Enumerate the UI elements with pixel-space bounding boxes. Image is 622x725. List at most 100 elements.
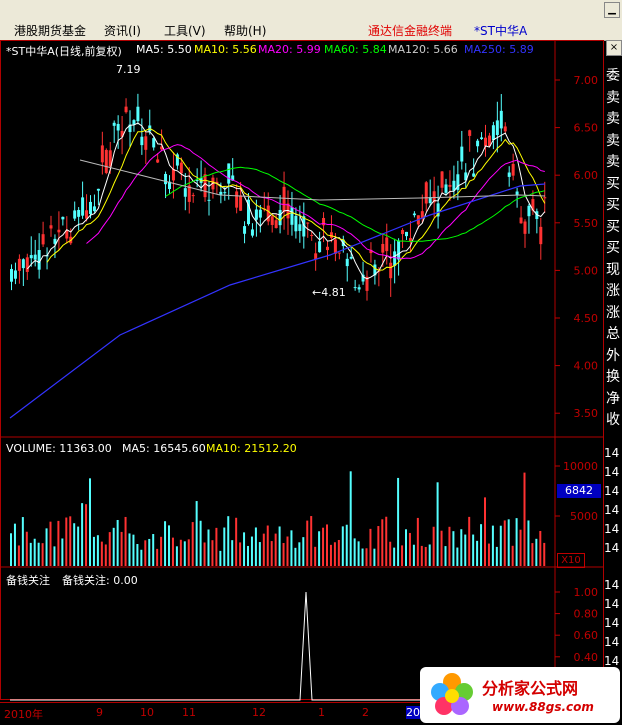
candle-body [57, 229, 61, 233]
date-label: 10 [140, 706, 154, 719]
volume-bar [148, 538, 151, 566]
volume-bar [207, 529, 210, 566]
volume-bar [345, 524, 348, 566]
candle-body [254, 209, 258, 220]
candle-body [258, 209, 262, 218]
candle-body [144, 136, 148, 150]
volume-bar [262, 533, 265, 566]
price-tick-label: 5.00 [574, 264, 599, 277]
volume-bar [92, 536, 95, 566]
volume-bar [377, 526, 380, 566]
candle-body [274, 220, 278, 229]
volume-bar [77, 526, 80, 566]
volume-bar [156, 548, 159, 566]
quote-label: 14 [604, 446, 620, 460]
candle-body [21, 259, 25, 269]
candle-body [326, 246, 329, 251]
candle-body [13, 270, 17, 279]
volume-bar [495, 546, 498, 566]
volume-bar [41, 543, 44, 566]
volume-bar [168, 525, 170, 566]
volume-bar [322, 527, 325, 566]
volume-bar [385, 516, 388, 566]
volume-bar [282, 542, 285, 566]
candle-body [333, 239, 337, 254]
candle-body [298, 224, 302, 231]
volume-bar [515, 518, 518, 566]
candle-body [381, 243, 385, 253]
volume-bar [408, 532, 411, 566]
volume-bar [539, 530, 542, 566]
quote-label: 现 [606, 261, 620, 278]
volume-bar [89, 478, 91, 566]
candle-body [337, 252, 341, 254]
candle-body [278, 209, 282, 226]
volume-bar [140, 549, 143, 566]
candle-body [77, 209, 81, 217]
date-label: 12 [252, 706, 266, 719]
price-tick-label: 7.00 [574, 74, 599, 87]
candle-body [499, 110, 503, 129]
volume-bar [440, 530, 443, 566]
candle-body [171, 169, 175, 181]
price-tick-label: 3.50 [574, 407, 599, 420]
volume-bar [487, 543, 490, 566]
volume-bar [223, 527, 226, 566]
volume-bar [341, 526, 344, 566]
volume-bar [523, 472, 526, 566]
volume-bar [503, 520, 506, 566]
volume-bar [436, 482, 439, 566]
candle-body [152, 138, 156, 148]
volume-bar [124, 516, 127, 566]
indicator-tick-label: 1.00 [574, 586, 599, 599]
candle-body [112, 122, 116, 126]
volume-bar [420, 545, 423, 566]
candle-body [353, 287, 357, 289]
volume-bar [10, 533, 12, 566]
candle-body [243, 226, 247, 234]
candle-body [250, 229, 254, 236]
quote-label: 14 [604, 465, 620, 479]
candle-body [49, 225, 53, 229]
volume-bar [499, 525, 502, 566]
quote-label: 收 [606, 412, 620, 428]
volume-bar [69, 516, 72, 566]
quote-label: 卖 [606, 154, 620, 170]
quote-label: 换 [606, 369, 620, 385]
volume-bar [96, 535, 99, 566]
date-label: 11 [182, 706, 196, 719]
volume-bar [428, 544, 431, 566]
volume-bar [104, 544, 107, 566]
volume-bar [21, 517, 24, 566]
watermark-title: 分析家公式网 [482, 679, 579, 698]
candle-body [25, 257, 29, 272]
indicator-tick-label: 0.40 [574, 651, 599, 664]
volume-bar [484, 497, 486, 566]
volume-bar [132, 534, 135, 566]
candle-body [164, 173, 168, 185]
candle-body [85, 210, 89, 219]
candle-body [96, 188, 100, 191]
candle-body [136, 106, 140, 122]
volume-bar [164, 521, 167, 566]
price-tick-label: 4.50 [574, 312, 599, 325]
candle-body [448, 184, 452, 187]
candle-body [527, 205, 531, 217]
quote-label: 涨 [606, 304, 620, 321]
candle-body [227, 163, 231, 184]
volume-bar [254, 527, 257, 566]
volume-bar [460, 529, 463, 566]
quote-label: 14 [604, 503, 620, 517]
candle-body [539, 226, 543, 245]
volume-bar [294, 547, 297, 566]
candle-body [41, 234, 45, 245]
volume-bar [100, 541, 103, 566]
volume-bar [531, 543, 534, 566]
volume-tick-label: 5000 [570, 510, 598, 523]
candle-body [472, 173, 476, 177]
quote-label: 14 [604, 484, 620, 498]
candle-body [140, 136, 144, 146]
volume-bar [393, 547, 396, 566]
volume-bar [199, 520, 202, 566]
date-label: 1 [318, 706, 325, 719]
